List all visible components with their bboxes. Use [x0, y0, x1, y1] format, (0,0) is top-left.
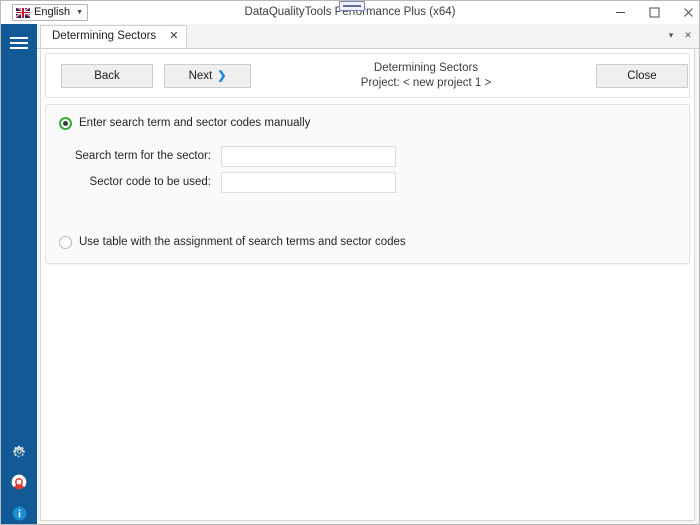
minimize-button[interactable]: [603, 1, 637, 23]
sector-code-label: Sector code to be used:: [59, 177, 221, 189]
minimize-icon: [615, 7, 626, 18]
close-button[interactable]: Close: [596, 64, 688, 88]
tab-strip: Determining Sectors ✕ ▾ ✕: [37, 24, 699, 49]
info-icon: [12, 506, 27, 521]
command-bar: Back Next ❯ Determining Sectors Project:…: [45, 53, 690, 98]
tab-list-dropdown-icon[interactable]: ▾: [663, 27, 679, 44]
next-button[interactable]: Next ❯: [164, 64, 251, 88]
gear-icon: [12, 444, 27, 459]
search-term-input[interactable]: [221, 146, 396, 167]
next-button-label: Next: [189, 70, 213, 82]
radio-use-table[interactable]: Use table with the assignment of search …: [59, 236, 406, 249]
page-surface: Back Next ❯ Determining Sectors Project:…: [40, 49, 695, 521]
language-label: English: [34, 7, 70, 18]
content-area: Determining Sectors ✕ ▾ ✕ Back Next ❯ De…: [37, 24, 699, 524]
maximize-icon: [649, 7, 660, 18]
uk-flag-icon: [16, 8, 30, 18]
radio-use-table-indicator[interactable]: [59, 236, 72, 249]
title-bar: DataQualityTools Performance Plus (x64) …: [1, 1, 699, 25]
hamburger-menu-icon[interactable]: [1, 26, 37, 60]
language-selector[interactable]: English ▼: [12, 4, 88, 21]
search-term-row: Search term for the sector:: [59, 146, 396, 167]
application-window: DataQualityTools Performance Plus (x64) …: [0, 0, 700, 525]
search-term-label: Search term for the sector:: [59, 151, 221, 163]
back-button[interactable]: Back: [61, 64, 153, 88]
close-button-label: Close: [627, 70, 656, 82]
close-window-button[interactable]: [671, 1, 700, 23]
tab-close-all-icon[interactable]: ✕: [680, 27, 696, 44]
sidebar-item-info[interactable]: [1, 499, 37, 525]
lifebuoy-icon: [11, 474, 27, 490]
chevron-down-icon: ▼: [76, 9, 83, 16]
sidebar-item-settings[interactable]: [1, 437, 37, 465]
sidebar-item-help[interactable]: [1, 468, 37, 496]
tab-label: Determining Sectors: [52, 31, 156, 43]
sector-code-row: Sector code to be used:: [59, 172, 396, 193]
page-title: Determining Sectors: [261, 61, 591, 76]
maximize-button[interactable]: [637, 1, 671, 23]
radio-use-table-label: Use table with the assignment of search …: [79, 237, 406, 249]
radio-manual-entry-label: Enter search term and sector codes manua…: [79, 118, 310, 130]
left-sidebar: [1, 24, 37, 524]
tab-determining-sectors[interactable]: Determining Sectors ✕: [40, 25, 187, 48]
tab-close-icon[interactable]: ✕: [169, 31, 178, 42]
options-group: Enter search term and sector codes manua…: [45, 104, 690, 264]
sector-code-input[interactable]: [221, 172, 396, 193]
chevron-right-icon: ❯: [217, 71, 226, 82]
project-subtitle: Project: < new project 1 >: [261, 76, 591, 91]
back-button-label: Back: [94, 70, 120, 82]
radio-manual-entry[interactable]: Enter search term and sector codes manua…: [59, 117, 310, 130]
window-snap-indicator[interactable]: [339, 1, 365, 11]
radio-manual-entry-indicator[interactable]: [59, 117, 72, 130]
close-icon: [683, 7, 694, 18]
